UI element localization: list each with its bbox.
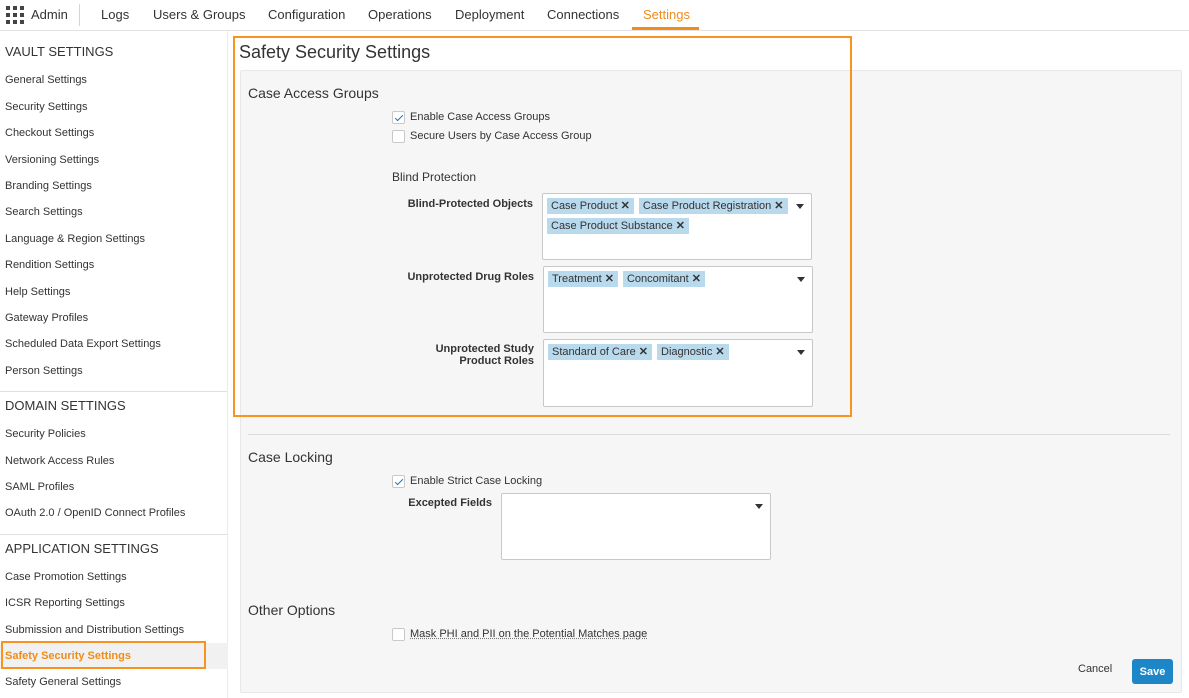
nav-tab-deployment[interactable]: Deployment bbox=[455, 7, 524, 22]
chevron-down-icon[interactable] bbox=[797, 350, 805, 355]
tag-treatment: Treatment ✕ bbox=[548, 271, 618, 287]
sidebar-item-help-settings[interactable]: Help Settings bbox=[5, 286, 70, 298]
sidebar-item-branding-settings[interactable]: Branding Settings bbox=[5, 180, 92, 192]
sidebar-item-security-settings[interactable]: Security Settings bbox=[5, 101, 88, 113]
sidebar-item-saml-profiles[interactable]: SAML Profiles bbox=[5, 481, 74, 493]
excepted-fields-label: Excepted Fields bbox=[408, 497, 492, 509]
unprotected-drug-roles-label: Unprotected Drug Roles bbox=[407, 271, 534, 283]
nav-tab-logs[interactable]: Logs bbox=[101, 7, 129, 22]
sidebar-item-checkout-settings[interactable]: Checkout Settings bbox=[5, 127, 94, 139]
remove-tag-icon[interactable]: ✕ bbox=[639, 344, 648, 360]
enable-strict-case-locking-row[interactable]: Enable Strict Case Locking bbox=[392, 474, 542, 488]
nav-tab-connections[interactable]: Connections bbox=[547, 7, 619, 22]
nav-tab-users-groups[interactable]: Users & Groups bbox=[153, 7, 245, 22]
nav-tab-operations[interactable]: Operations bbox=[368, 7, 432, 22]
sidebar-item-language-region-settings[interactable]: Language & Region Settings bbox=[5, 233, 145, 245]
enable-case-access-groups-checkbox[interactable] bbox=[392, 110, 405, 124]
remove-tag-icon[interactable]: ✕ bbox=[715, 344, 724, 360]
app-name[interactable]: Admin bbox=[31, 7, 68, 22]
unprotected-study-product-roles-select[interactable]: Standard of Care ✕ Diagnostic ✕ bbox=[543, 339, 813, 407]
sidebar-item-oauth-openid-profiles[interactable]: OAuth 2.0 / OpenID Connect Profiles bbox=[5, 507, 185, 519]
nav-divider bbox=[79, 4, 80, 26]
remove-tag-icon[interactable]: ✕ bbox=[692, 271, 701, 287]
section-divider bbox=[248, 434, 1170, 435]
secure-users-row[interactable]: Secure Users by Case Access Group bbox=[392, 129, 592, 143]
sidebar-item-network-access-rules[interactable]: Network Access Rules bbox=[5, 455, 114, 467]
tag-diagnostic: Diagnostic ✕ bbox=[657, 344, 729, 360]
mask-phi-pii-checkbox[interactable] bbox=[392, 627, 405, 641]
sidebar-divider bbox=[0, 534, 227, 535]
chevron-down-icon[interactable] bbox=[796, 204, 804, 209]
sidebar-item-case-promotion-settings[interactable]: Case Promotion Settings bbox=[5, 571, 127, 583]
tag-standard-of-care: Standard of Care ✕ bbox=[548, 344, 652, 360]
sidebar-divider bbox=[0, 391, 227, 392]
mask-phi-pii-label: Mask PHI and PII on the Potential Matche… bbox=[410, 628, 648, 640]
tag-concomitant: Concomitant ✕ bbox=[622, 271, 705, 287]
sidebar-section-domain-settings: DOMAIN SETTINGS bbox=[5, 398, 126, 413]
remove-tag-icon[interactable]: ✕ bbox=[621, 198, 630, 214]
secure-users-label: Secure Users by Case Access Group bbox=[410, 130, 592, 142]
sidebar-item-gateway-profiles[interactable]: Gateway Profiles bbox=[5, 312, 88, 324]
nav-tab-configuration[interactable]: Configuration bbox=[268, 7, 345, 22]
tag-case-product-registration: Case Product Registration ✕ bbox=[638, 198, 788, 214]
mask-phi-pii-row[interactable]: Mask PHI and PII on the Potential Matche… bbox=[392, 627, 647, 641]
save-button[interactable]: Save bbox=[1132, 659, 1173, 684]
section-title-other-options: Other Options bbox=[248, 602, 336, 618]
active-tab-indicator bbox=[632, 27, 699, 30]
sidebar-item-search-settings[interactable]: Search Settings bbox=[5, 206, 83, 218]
sidebar-item-scheduled-data-export-settings[interactable]: Scheduled Data Export Settings bbox=[5, 338, 161, 350]
section-title-case-access-groups: Case Access Groups bbox=[248, 85, 379, 101]
enable-case-access-groups-label: Enable Case Access Groups bbox=[410, 111, 551, 123]
section-title-case-locking: Case Locking bbox=[248, 449, 333, 465]
blind-protected-objects-label: Blind-Protected Objects bbox=[407, 198, 533, 210]
sidebar-item-general-settings[interactable]: General Settings bbox=[5, 74, 87, 86]
enable-strict-case-locking-label: Enable Strict Case Locking bbox=[410, 475, 543, 487]
excepted-fields-select[interactable] bbox=[501, 493, 771, 560]
sidebar-item-icsr-reporting-settings[interactable]: ICSR Reporting Settings bbox=[5, 597, 125, 609]
sidebar-item-safety-general-settings[interactable]: Safety General Settings bbox=[5, 676, 121, 688]
unprotected-study-product-roles-label: Unprotected Study Product Roles bbox=[435, 343, 534, 367]
sidebar-item-security-policies[interactable]: Security Policies bbox=[5, 428, 86, 440]
enable-strict-case-locking-checkbox[interactable] bbox=[392, 474, 405, 488]
chevron-down-icon[interactable] bbox=[797, 277, 805, 282]
sidebar-item-rendition-settings[interactable]: Rendition Settings bbox=[5, 259, 94, 271]
secure-users-checkbox[interactable] bbox=[392, 129, 405, 143]
sidebar-item-person-settings[interactable]: Person Settings bbox=[5, 365, 83, 377]
tag-case-product-substance: Case Product Substance ✕ bbox=[547, 218, 689, 234]
chevron-down-icon[interactable] bbox=[755, 504, 763, 509]
settings-sidebar: VAULT SETTINGS General Settings Security… bbox=[0, 31, 228, 698]
sidebar-section-vault-settings: VAULT SETTINGS bbox=[5, 44, 114, 59]
unprotected-drug-roles-select[interactable]: Treatment ✕ Concomitant ✕ bbox=[543, 266, 813, 333]
sidebar-section-application-settings: APPLICATION SETTINGS bbox=[5, 541, 159, 556]
enable-case-access-groups-row[interactable]: Enable Case Access Groups bbox=[392, 110, 550, 124]
app-grid-icon[interactable] bbox=[6, 6, 24, 24]
remove-tag-icon[interactable]: ✕ bbox=[774, 198, 783, 214]
blind-protection-heading: Blind Protection bbox=[392, 170, 477, 184]
cancel-button[interactable]: Cancel bbox=[1078, 663, 1112, 675]
sidebar-item-submission-distribution-settings[interactable]: Submission and Distribution Settings bbox=[5, 624, 184, 636]
sidebar-item-versioning-settings[interactable]: Versioning Settings bbox=[5, 154, 99, 166]
remove-tag-icon[interactable]: ✕ bbox=[605, 271, 614, 287]
top-navigation: Admin Logs Users & Groups Configuration … bbox=[0, 0, 1189, 31]
blind-protected-objects-select[interactable]: Case Product ✕ Case Product Registration ✕… bbox=[542, 193, 812, 260]
tag-case-product: Case Product ✕ bbox=[547, 198, 634, 214]
remove-tag-icon[interactable]: ✕ bbox=[676, 218, 685, 234]
nav-tab-settings[interactable]: Settings bbox=[643, 7, 690, 22]
sidebar-highlight-box bbox=[1, 641, 206, 669]
page-title: Safety Security Settings bbox=[239, 42, 431, 62]
